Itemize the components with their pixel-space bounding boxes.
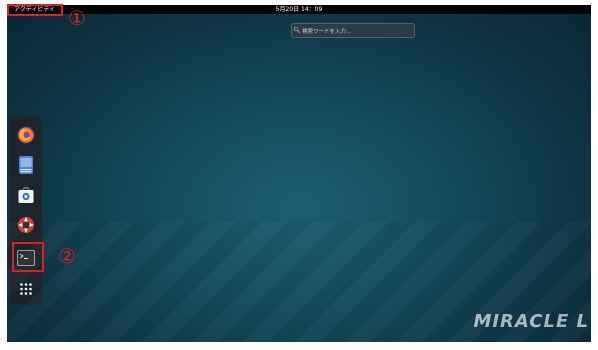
firefox-icon xyxy=(17,126,35,144)
files-launcher[interactable] xyxy=(15,154,37,176)
callout-box-activities xyxy=(7,4,63,16)
callout-box-terminal xyxy=(12,242,44,272)
callout-number-1: ① xyxy=(68,6,86,30)
miracle-linux-logo: MIRACLE L xyxy=(473,311,589,332)
dash xyxy=(10,116,42,305)
search-placeholder: 検索ワードを入力… xyxy=(302,28,352,35)
clock[interactable]: 5月20日 14：09 xyxy=(7,5,591,14)
callout-number-2: ② xyxy=(58,244,76,268)
software-launcher[interactable] xyxy=(15,184,37,206)
desktop-overview: アクティビティ 5月20日 14：09 🔍︎ 検索ワードを入力… MIRACLE… xyxy=(7,5,591,342)
files-icon xyxy=(19,156,33,174)
help-lifebuoy-icon xyxy=(18,217,34,233)
firefox-launcher[interactable] xyxy=(15,124,37,146)
software-bag-icon xyxy=(18,187,34,203)
search-field[interactable]: 🔍︎ 検索ワードを入力… xyxy=(291,23,415,38)
search-icon: 🔍︎ xyxy=(293,27,301,34)
grid-icon xyxy=(20,283,32,295)
top-bar: アクティビティ 5月20日 14：09 xyxy=(7,5,591,14)
help-launcher[interactable] xyxy=(15,214,37,236)
show-applications-button[interactable] xyxy=(15,278,37,300)
